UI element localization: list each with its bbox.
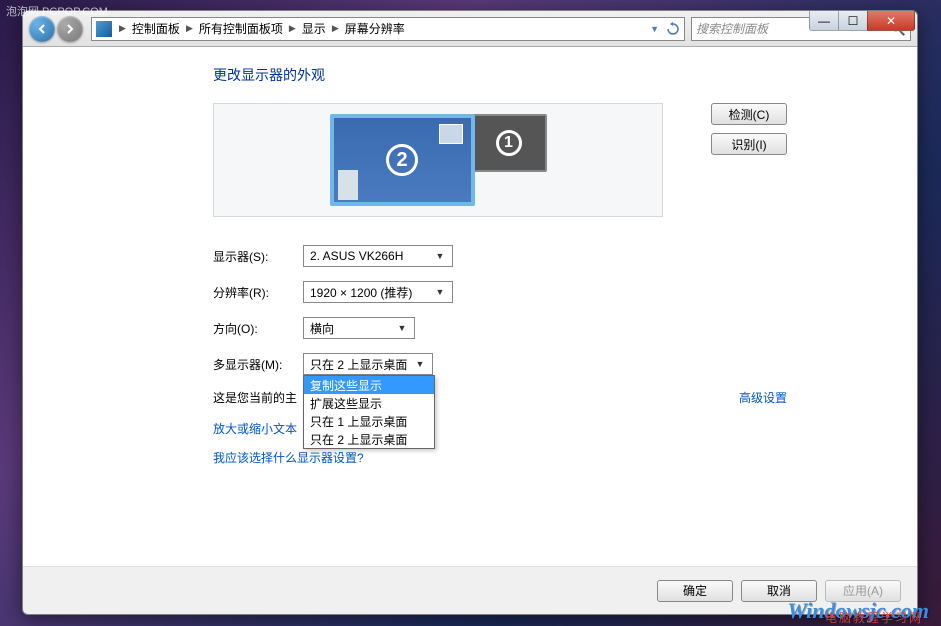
resolution-label: 分辨率(R): — [213, 284, 303, 301]
display-select[interactable]: 2. ASUS VK266H ▼ — [303, 245, 453, 267]
multi-option-extend[interactable]: 扩展这些显示 — [304, 394, 434, 412]
chevron-down-icon: ▼ — [432, 287, 448, 297]
breadcrumb-item: 屏幕分辨率 — [342, 20, 408, 37]
maximize-button[interactable]: ☐ — [838, 11, 868, 31]
main-display-text: 这是您当前的主 — [213, 389, 297, 406]
control-panel-icon — [96, 21, 112, 37]
resolution-value: 1920 × 1200 (推荐) — [310, 284, 412, 301]
chevron-down-icon: ▼ — [432, 251, 448, 261]
mini-taskbar-icon — [338, 170, 358, 200]
multi-option-only1[interactable]: 只在 1 上显示桌面 — [304, 412, 434, 430]
breadcrumb-sep: ▶ — [183, 23, 196, 34]
search-placeholder: 搜索控制面板 — [696, 20, 768, 37]
breadcrumb-sep: ▶ — [286, 23, 299, 34]
breadcrumb[interactable]: ▶ 控制面板 ▶ 所有控制面板项 ▶ 显示 ▶ 屏幕分辨率 ▼ — [91, 17, 685, 41]
title-bar-controls: ― ☐ ✕ — [810, 11, 915, 31]
content-area: 更改显示器的外观 2 1 检测(C) 识别(I) 显示器(S): 2. ASUS — [23, 47, 917, 564]
breadcrumb-refresh[interactable]: ▼ — [647, 22, 680, 36]
window: ― ☐ ✕ ▶ 控制面板 ▶ 所有控制面板项 ▶ 显示 ▶ 屏幕分辨率 ▼ 搜索… — [22, 10, 918, 615]
chevron-down-icon: ▼ — [412, 359, 428, 369]
detect-button[interactable]: 检测(C) — [711, 103, 787, 125]
multi-display-value: 只在 2 上显示桌面 — [310, 356, 407, 373]
breadcrumb-sep: ▶ — [116, 23, 129, 34]
breadcrumb-item[interactable]: 控制面板 — [129, 20, 183, 37]
close-button[interactable]: ✕ — [867, 11, 915, 31]
advanced-settings-link[interactable]: 高级设置 — [739, 389, 787, 406]
ok-button[interactable]: 确定 — [657, 580, 733, 602]
resolution-row: 分辨率(R): 1920 × 1200 (推荐) ▼ — [213, 281, 787, 303]
monitor-1[interactable]: 1 — [471, 114, 547, 172]
refresh-icon — [666, 22, 680, 36]
multi-option-only2[interactable]: 只在 2 上显示桌面 — [304, 430, 434, 448]
display-preview-row: 2 1 检测(C) 识别(I) — [213, 103, 787, 217]
display-label: 显示器(S): — [213, 248, 303, 265]
nav-back-button[interactable] — [29, 16, 55, 42]
orientation-select[interactable]: 横向 ▼ — [303, 317, 415, 339]
zoom-link-row: 放大或缩小文本 — [213, 420, 787, 437]
page-title: 更改显示器的外观 — [213, 65, 787, 85]
chevron-down-icon: ▼ — [394, 323, 410, 333]
orientation-value: 横向 — [310, 320, 334, 337]
multi-option-duplicate[interactable]: 复制这些显示 — [304, 376, 434, 394]
multi-display-label: 多显示器(M): — [213, 356, 303, 373]
orientation-label: 方向(O): — [213, 320, 303, 337]
display-help-link[interactable]: 我应该选择什么显示器设置? — [213, 449, 364, 466]
chevron-down-icon: ▼ — [647, 24, 662, 34]
nav-forward-button[interactable] — [57, 16, 83, 42]
info-row: 这是您当前的主 高级设置 — [213, 389, 787, 406]
side-buttons: 检测(C) 识别(I) — [711, 103, 787, 155]
help-link-row: 我应该选择什么显示器设置? — [213, 449, 787, 466]
resolution-select[interactable]: 1920 × 1200 (推荐) ▼ — [303, 281, 453, 303]
breadcrumb-sep: ▶ — [329, 23, 342, 34]
breadcrumb-item[interactable]: 显示 — [299, 20, 329, 37]
zoom-text-link[interactable]: 放大或缩小文本 — [213, 420, 297, 437]
watermark-top: 泡泡网 PCPOP.COM — [6, 3, 108, 19]
minimize-button[interactable]: ― — [809, 11, 839, 31]
monitor-2[interactable]: 2 — [330, 114, 475, 206]
monitor-number: 2 — [386, 144, 418, 176]
breadcrumb-item[interactable]: 所有控制面板项 — [196, 20, 286, 37]
footer-bar: 确定 取消 应用(A) — [23, 566, 917, 614]
identify-button[interactable]: 识别(I) — [711, 133, 787, 155]
display-value: 2. ASUS VK266H — [310, 249, 403, 263]
monitor-preview[interactable]: 2 1 — [213, 103, 663, 217]
display-row: 显示器(S): 2. ASUS VK266H ▼ — [213, 245, 787, 267]
arrow-left-icon — [36, 23, 48, 35]
monitor-number: 1 — [496, 130, 522, 156]
multi-display-select[interactable]: 只在 2 上显示桌面 ▼ 复制这些显示 扩展这些显示 只在 1 上显示桌面 只在… — [303, 353, 433, 375]
arrow-right-icon — [64, 23, 76, 35]
mini-window-icon — [439, 124, 463, 144]
nav-bar: ▶ 控制面板 ▶ 所有控制面板项 ▶ 显示 ▶ 屏幕分辨率 ▼ 搜索控制面板 — [23, 11, 917, 47]
watermark-bottom-sub: 电脑教程学习网 — [825, 609, 923, 626]
multi-display-row: 多显示器(M): 只在 2 上显示桌面 ▼ 复制这些显示 扩展这些显示 只在 1… — [213, 353, 787, 375]
multi-display-options: 复制这些显示 扩展这些显示 只在 1 上显示桌面 只在 2 上显示桌面 — [303, 375, 435, 449]
orientation-row: 方向(O): 横向 ▼ — [213, 317, 787, 339]
